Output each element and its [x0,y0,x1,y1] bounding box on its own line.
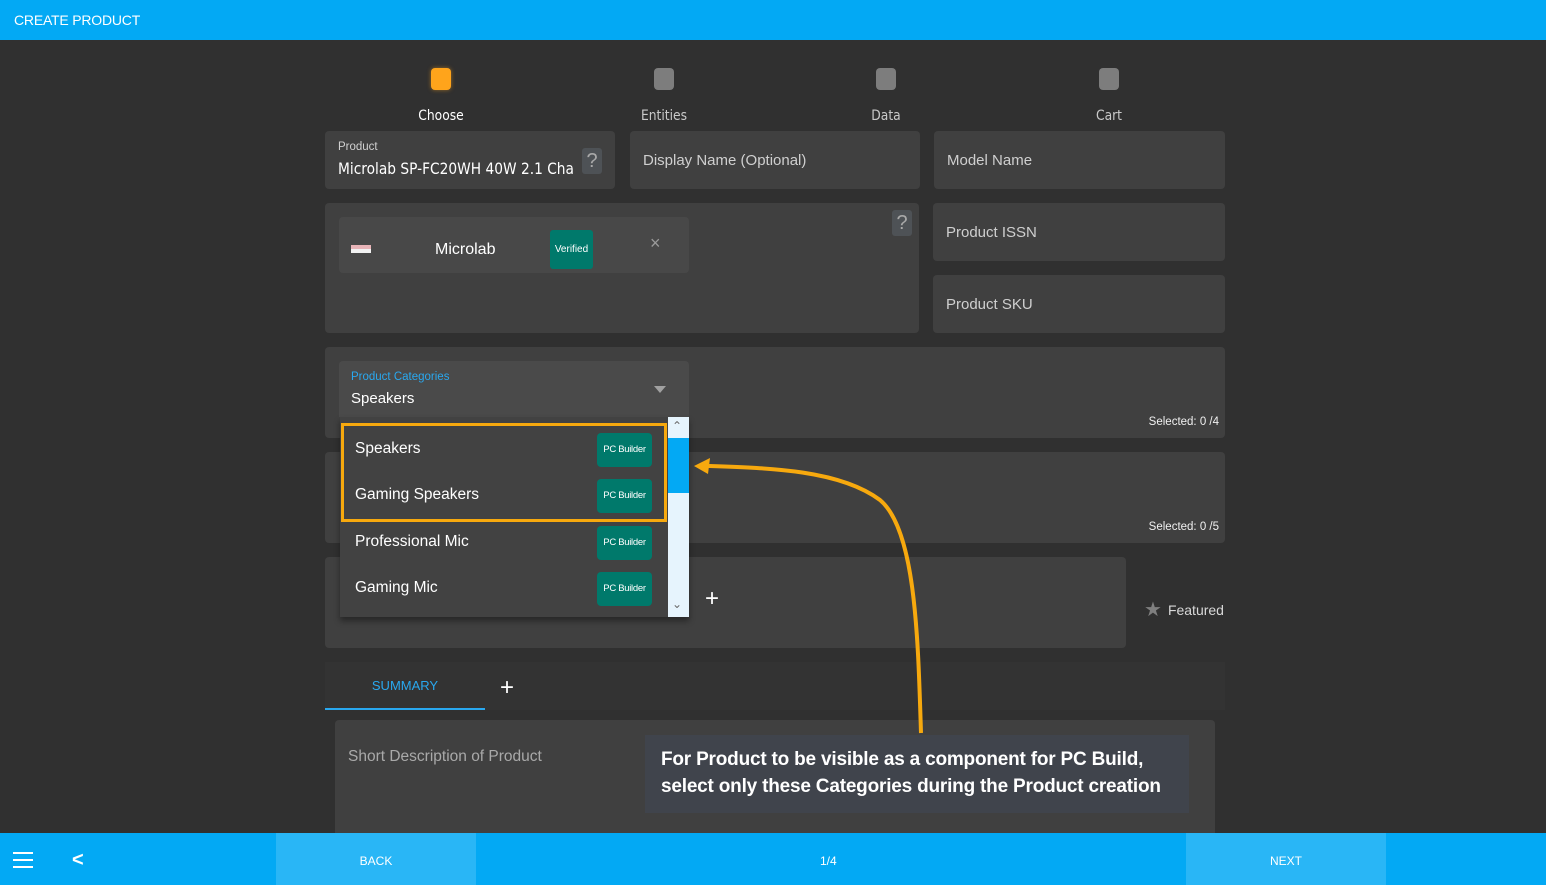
pc-builder-badge: PC Builder [597,479,652,513]
option-label: Professional Mic [355,533,469,550]
page-indicator: 1/4 [820,854,837,868]
select-value: Speakers [351,390,415,407]
step-cart[interactable]: Cart [1049,68,1169,124]
product-sku-placeholder: Product SKU [946,296,1033,313]
step-label: Choose [418,108,464,124]
option-label: Gaming Mic [355,579,438,596]
featured-label: Featured [1167,602,1224,618]
step-choose[interactable]: Choose [381,68,501,124]
dropdown-option[interactable]: Speakers PC Builder [340,426,668,472]
categories-selected-counter: Selected: 0 /4 [1148,416,1219,428]
step-indicator [654,68,674,90]
back-button[interactable]: BACK [276,833,476,885]
tabs-bar: SUMMARY + [325,662,1225,710]
step-indicator [876,68,896,90]
scroll-down-icon[interactable]: ⌄ [672,597,682,611]
step-label: Cart [1095,108,1123,124]
product-field-label: Product [338,141,378,153]
categories-dropdown: Speakers PC Builder Gaming Speakers PC B… [340,417,689,617]
star-icon: ★ [1144,599,1162,621]
option-label: Gaming Speakers [355,486,480,503]
display-name-placeholder: Display Name (Optional) [643,152,807,169]
product-categories-select[interactable]: Product Categories Speakers [339,361,689,417]
help-icon[interactable]: ? [582,148,602,174]
pc-builder-badge: PC Builder [597,572,652,606]
annotation-text-line1: For Product to be visible as a component… [661,749,1144,770]
app-header: CREATE PRODUCT [0,0,1546,40]
close-icon[interactable]: × [650,233,661,254]
verified-badge: Verified [550,230,593,269]
chevron-left-icon[interactable]: < [72,849,84,872]
dropdown-option[interactable]: Gaming Mic PC Builder [340,565,668,611]
scroll-up-icon[interactable]: ⌃ [672,419,682,433]
brand-logo [351,245,371,253]
scrollbar-thumb[interactable] [668,438,689,493]
annotation-callout: For Product to be visible as a component… [645,735,1189,813]
next-button[interactable]: NEXT [1186,833,1386,885]
display-name-input[interactable]: Display Name (Optional) [630,131,920,189]
featured-toggle[interactable]: ★ Featured [1144,600,1224,620]
hamburger-menu-icon[interactable] [13,852,33,868]
short-description-placeholder: Short Description of Product [348,748,542,765]
secondary-selected-counter: Selected: 0 /5 [1148,521,1219,533]
dropdown-scrollbar[interactable]: ⌃ ⌄ [668,417,689,617]
pc-builder-badge: PC Builder [597,526,652,560]
help-icon[interactable]: ? [892,210,912,236]
product-field[interactable]: Product Microlab SP-FC20WH 40W 2.1 Cha ? [325,131,615,189]
pc-builder-badge: PC Builder [597,433,652,467]
bottom-nav: < BACK 1/4 NEXT [0,833,1546,885]
product-issn-placeholder: Product ISSN [946,224,1037,241]
product-issn-input[interactable]: Product ISSN [933,203,1225,261]
dropdown-option[interactable]: Gaming Speakers PC Builder [340,472,668,518]
annotation-text-line2: select only these Categories during the … [661,776,1161,797]
brand-chip[interactable]: Microlab Verified × [339,217,689,273]
tab-summary[interactable]: SUMMARY [325,662,485,710]
step-entities[interactable]: Entities [604,68,724,124]
brand-name: Microlab [435,241,496,258]
model-name-placeholder: Model Name [947,152,1033,169]
product-sku-input[interactable]: Product SKU [933,275,1225,333]
step-indicator [431,68,451,90]
step-data[interactable]: Data [826,68,946,124]
step-label: Entities [640,108,688,124]
select-label: Product Categories [351,371,450,383]
add-icon[interactable]: + [705,587,719,611]
page-title: CREATE PRODUCT [14,12,141,28]
caret-down-icon [654,386,666,393]
step-label: Data [871,108,901,124]
model-name-input[interactable]: Model Name [934,131,1225,189]
dropdown-option[interactable]: Professional Mic PC Builder [340,519,668,565]
option-label: Speakers [355,440,421,457]
step-indicator [1099,68,1119,90]
add-tab-icon[interactable]: + [500,674,514,702]
product-field-value: Microlab SP-FC20WH 40W 2.1 Cha [338,159,574,178]
